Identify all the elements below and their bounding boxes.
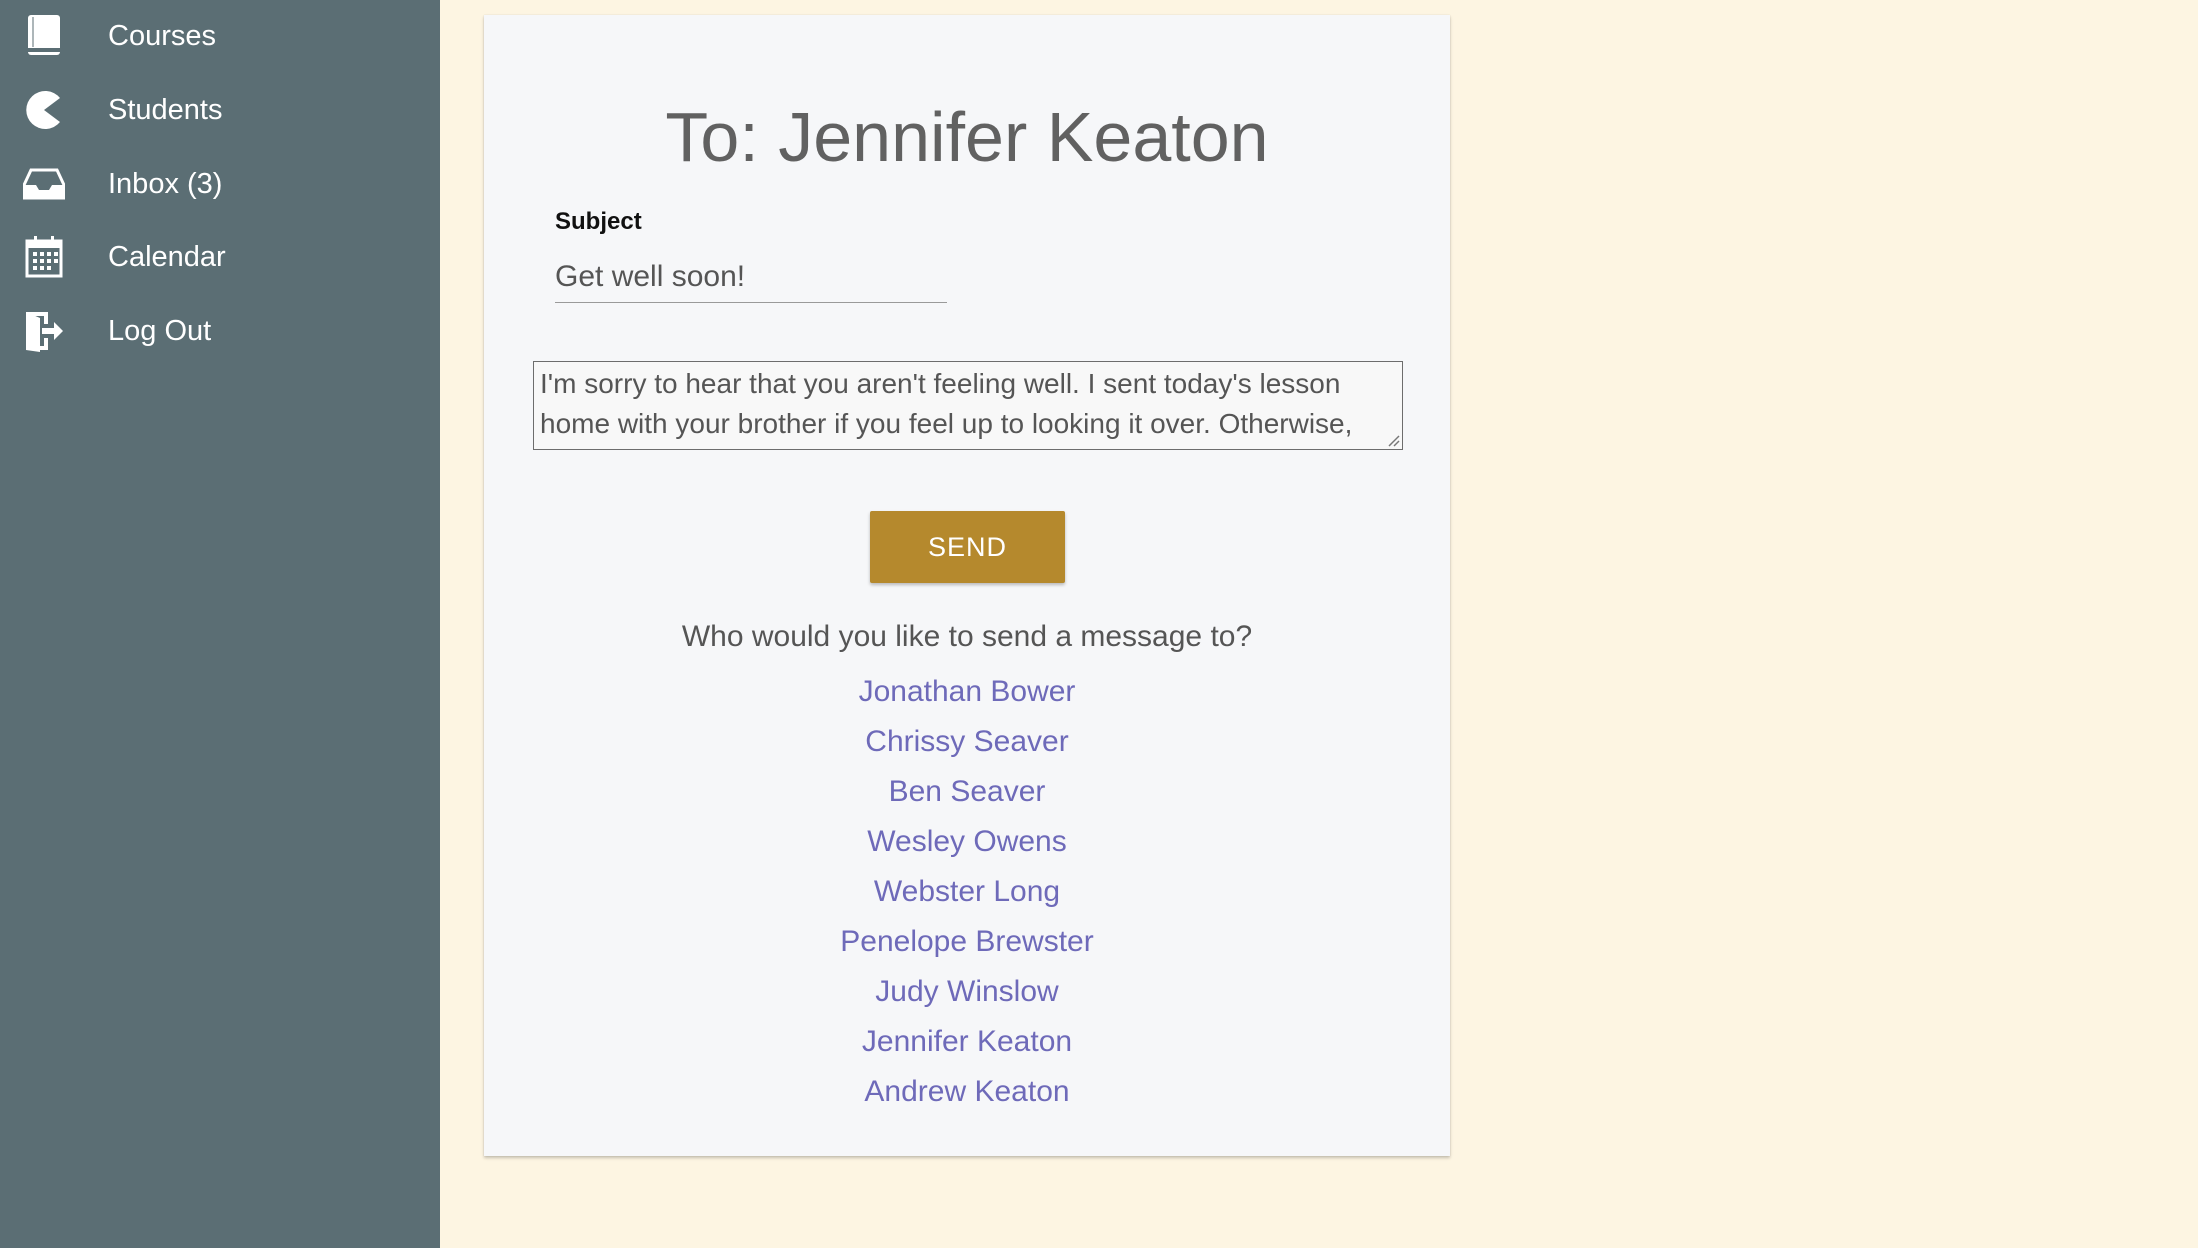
inbox-tray-icon [22, 162, 66, 206]
sidebar-item-label: Students [108, 93, 223, 126]
calendar-icon [22, 235, 66, 279]
recipient-list: Jonathan Bower Chrissy Seaver Ben Seaver… [484, 667, 1450, 1117]
sidebar-item-students[interactable]: Students [0, 80, 440, 140]
resize-handle-icon[interactable] [1386, 433, 1400, 447]
pacman-icon [22, 88, 66, 132]
recipient-link[interactable]: Ben Seaver [484, 767, 1450, 817]
sidebar-item-label: Inbox (3) [108, 167, 223, 200]
sidebar-item-label: Courses [108, 19, 216, 52]
logout-door-icon [22, 309, 66, 353]
recipient-link[interactable]: Penelope Brewster [484, 917, 1450, 967]
recipient-link[interactable]: Wesley Owens [484, 817, 1450, 867]
compose-card: To: Jennifer Keaton Subject I'm sorry to… [484, 15, 1450, 1156]
recipient-link[interactable]: Jennifer Keaton [484, 1017, 1450, 1067]
sidebar-item-calendar[interactable]: Calendar [0, 227, 440, 287]
recipient-link[interactable]: Andrew Keaton [484, 1067, 1450, 1117]
recipient-prompt: Who would you like to send a message to? [681, 620, 1253, 653]
page-title: To: Jennifer Keaton [665, 98, 1269, 176]
send-button[interactable]: SEND [870, 511, 1065, 583]
recipient-link[interactable]: Judy Winslow [484, 967, 1450, 1017]
sidebar: Courses Students Inbox (3) Calendar Log … [0, 0, 440, 1248]
message-textarea[interactable]: I'm sorry to hear that you aren't feelin… [533, 361, 1403, 450]
sidebar-item-courses[interactable]: Courses [0, 6, 440, 66]
book-icon [22, 14, 66, 58]
subject-input[interactable] [555, 251, 947, 303]
subject-label: Subject [555, 208, 642, 235]
recipient-link[interactable]: Jonathan Bower [484, 667, 1450, 717]
recipient-link[interactable]: Webster Long [484, 867, 1450, 917]
sidebar-item-logout[interactable]: Log Out [0, 301, 440, 361]
sidebar-item-label: Log Out [108, 314, 212, 347]
sidebar-item-label: Calendar [108, 240, 226, 273]
recipient-link[interactable]: Chrissy Seaver [484, 717, 1450, 767]
sidebar-item-inbox[interactable]: Inbox (3) [0, 154, 440, 214]
